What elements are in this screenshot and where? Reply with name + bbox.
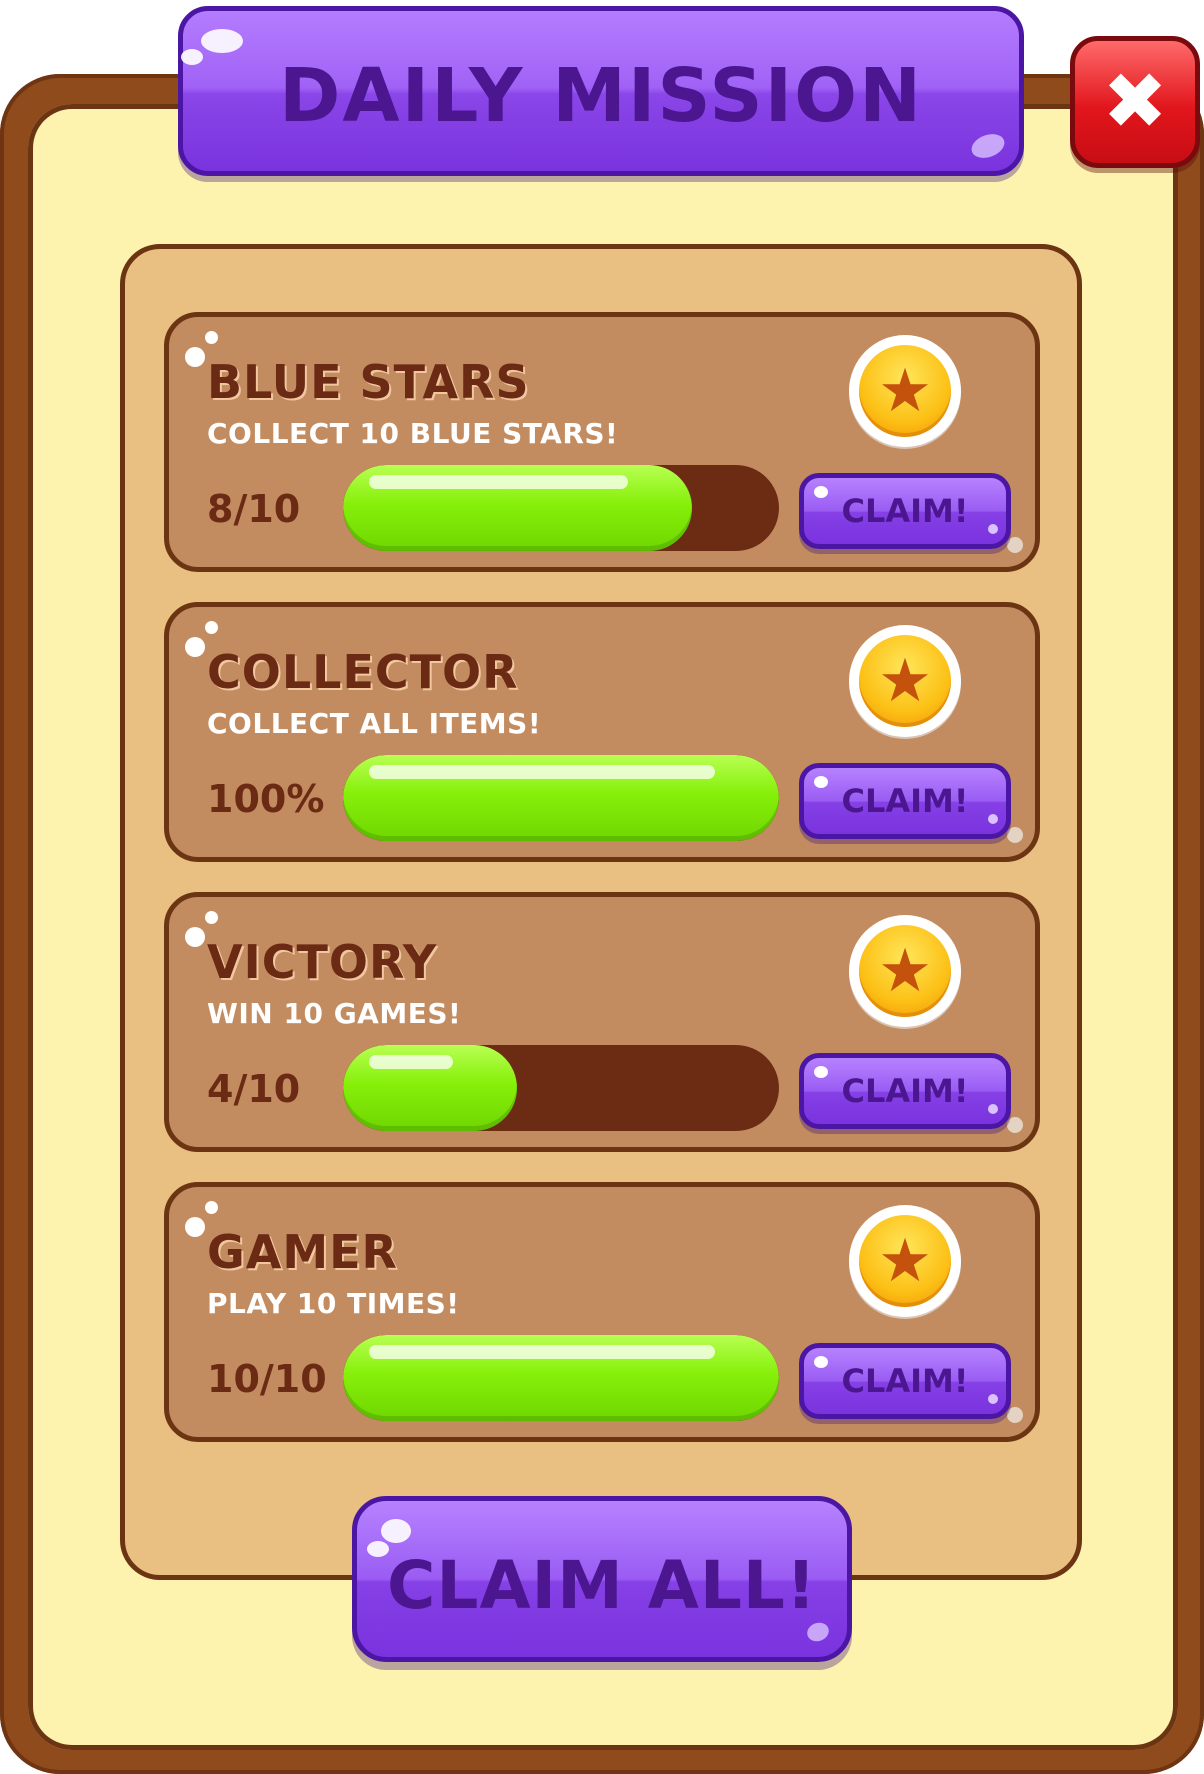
gloss-highlight bbox=[205, 621, 218, 634]
mission-description: COLLECT ALL ITEMS! bbox=[207, 707, 542, 740]
gloss-highlight bbox=[1007, 537, 1023, 553]
gloss-highlight bbox=[1007, 1407, 1023, 1423]
claim-button-label: CLAIM! bbox=[841, 1072, 969, 1110]
claim-button[interactable]: CLAIM! bbox=[799, 1053, 1011, 1129]
mission-description: COLLECT 10 BLUE STARS! bbox=[207, 417, 619, 450]
star-coin-icon: ★ bbox=[849, 915, 961, 1027]
claim-all-button[interactable]: CLAIM ALL! bbox=[352, 1496, 852, 1662]
gloss-highlight bbox=[185, 347, 205, 367]
mission-description: WIN 10 GAMES! bbox=[207, 997, 462, 1030]
star-icon: ★ bbox=[878, 356, 932, 426]
mission-description: PLAY 10 TIMES! bbox=[207, 1287, 460, 1320]
claim-button-label: CLAIM! bbox=[841, 1362, 969, 1400]
progress-bar bbox=[343, 1045, 779, 1131]
gloss-highlight bbox=[185, 927, 205, 947]
gloss-highlight bbox=[185, 637, 205, 657]
mission-card: VICTORY WIN 10 GAMES! 4/10 ★ CLAIM! bbox=[164, 892, 1040, 1152]
mission-card: COLLECTOR COLLECT ALL ITEMS! 100% ★ CLAI… bbox=[164, 602, 1040, 862]
mission-title: VICTORY bbox=[207, 935, 438, 989]
claim-button-label: CLAIM! bbox=[841, 782, 969, 820]
gloss-highlight bbox=[381, 1519, 411, 1543]
progress-bar-fill bbox=[343, 755, 779, 841]
mission-progress-text: 4/10 bbox=[207, 1067, 301, 1111]
gloss-highlight bbox=[1007, 1117, 1023, 1133]
mission-title: COLLECTOR bbox=[207, 645, 519, 699]
mission-card: GAMER PLAY 10 TIMES! 10/10 ★ CLAIM! bbox=[164, 1182, 1040, 1442]
star-icon: ★ bbox=[878, 646, 932, 716]
title-banner: DAILY MISSION bbox=[178, 6, 1024, 176]
coin-face: ★ bbox=[859, 1215, 951, 1307]
claim-all-label: CLAIM ALL! bbox=[386, 1547, 818, 1624]
close-icon: ✖ bbox=[1102, 57, 1168, 147]
progress-bar-shine bbox=[369, 1345, 715, 1359]
progress-bar-fill bbox=[343, 1045, 517, 1131]
coin-face: ★ bbox=[859, 925, 951, 1017]
close-button[interactable]: ✖ bbox=[1070, 36, 1200, 168]
progress-bar-fill bbox=[343, 1335, 779, 1421]
star-icon: ★ bbox=[878, 1226, 932, 1296]
star-coin-icon: ★ bbox=[849, 1205, 961, 1317]
progress-bar-shine bbox=[369, 765, 715, 779]
progress-bar-shine bbox=[369, 475, 628, 489]
gloss-highlight bbox=[205, 331, 218, 344]
mission-progress-text: 100% bbox=[207, 777, 325, 821]
mission-card: BLUE STARS COLLECT 10 BLUE STARS! 8/10 ★… bbox=[164, 312, 1040, 572]
mission-title: GAMER bbox=[207, 1225, 398, 1279]
coin-face: ★ bbox=[859, 345, 951, 437]
progress-bar-fill bbox=[343, 465, 692, 551]
gloss-highlight bbox=[205, 1201, 218, 1214]
mission-progress-text: 8/10 bbox=[207, 487, 301, 531]
progress-bar-shine bbox=[369, 1055, 453, 1069]
claim-button[interactable]: CLAIM! bbox=[799, 473, 1011, 549]
mission-progress-text: 10/10 bbox=[207, 1357, 327, 1401]
coin-face: ★ bbox=[859, 635, 951, 727]
gloss-highlight bbox=[205, 911, 218, 924]
star-coin-icon: ★ bbox=[849, 625, 961, 737]
gloss-highlight bbox=[185, 1217, 205, 1237]
gloss-highlight bbox=[201, 29, 243, 53]
progress-bar bbox=[343, 1335, 779, 1421]
progress-bar bbox=[343, 755, 779, 841]
mission-title: BLUE STARS bbox=[207, 355, 530, 409]
claim-button[interactable]: CLAIM! bbox=[799, 1343, 1011, 1419]
page-title: DAILY MISSION bbox=[278, 53, 923, 139]
progress-bar bbox=[343, 465, 779, 551]
star-coin-icon: ★ bbox=[849, 335, 961, 447]
claim-button[interactable]: CLAIM! bbox=[799, 763, 1011, 839]
gloss-highlight bbox=[1007, 827, 1023, 843]
claim-button-label: CLAIM! bbox=[841, 492, 969, 530]
star-icon: ★ bbox=[878, 936, 932, 1006]
